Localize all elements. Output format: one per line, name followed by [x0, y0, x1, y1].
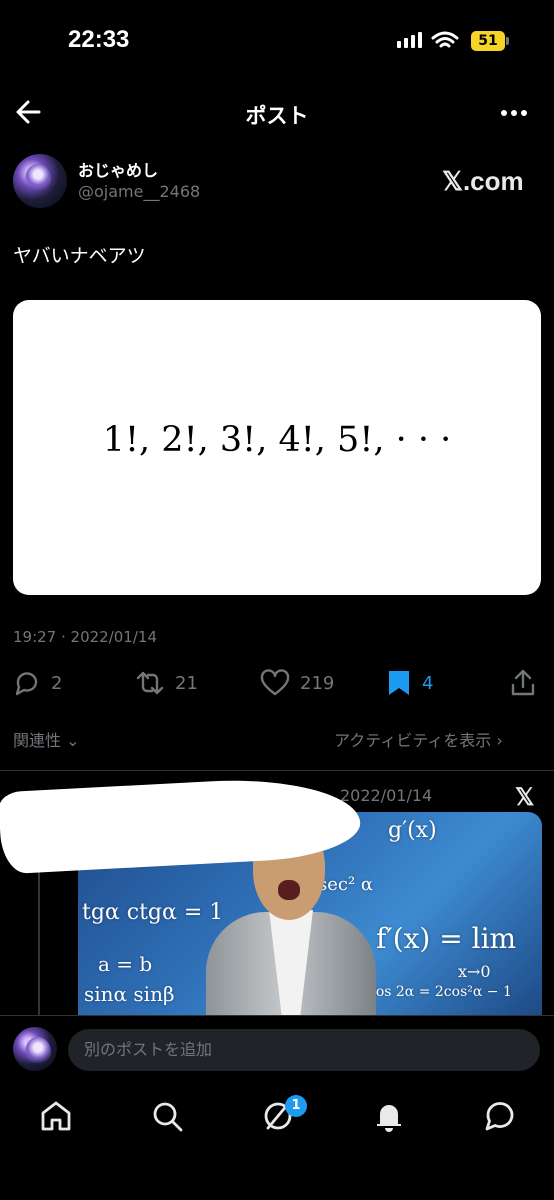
bookmark-icon — [389, 671, 409, 695]
add-post-input[interactable]: 別のポストを追加 — [68, 1029, 540, 1071]
notification-badge: 1 — [285, 1095, 307, 1117]
divider — [0, 770, 554, 771]
notifications-bell-icon[interactable] — [371, 1098, 407, 1134]
reply-icon — [15, 672, 38, 696]
battery-icon: 51 — [471, 31, 509, 51]
page-title: ポスト — [245, 104, 309, 128]
thread-line — [38, 850, 40, 1015]
x-logo-icon: 𝕏 — [515, 784, 535, 811]
user-avatar[interactable] — [13, 1027, 57, 1071]
author-name[interactable]: おじゃめし — [78, 157, 158, 181]
x-com-label: 𝕏.com — [442, 166, 524, 196]
reply-post-date: 2022/01/14 — [340, 786, 433, 805]
sort-relevance-label: 関連性 — [13, 731, 62, 750]
post-text: ヤバいナベアツ — [13, 245, 146, 267]
author-handle[interactable]: @ojame__2468 — [78, 182, 200, 201]
more-options-icon[interactable] — [497, 101, 531, 125]
chevron-down-icon: ⌄ — [66, 731, 80, 750]
home-icon[interactable] — [38, 1098, 74, 1134]
factorial-sequence-text: 1!, 2!, 3!, 4!, 5!, · · · — [102, 420, 452, 460]
reply-count: 2 — [51, 672, 63, 694]
repost-icon — [136, 671, 164, 695]
like-button[interactable]: 219 — [260, 668, 334, 698]
bookmark-count: 4 — [422, 672, 434, 694]
status-bar: 22:33 51 — [0, 0, 554, 80]
author-avatar[interactable] — [13, 154, 67, 208]
status-time: 22:33 — [68, 26, 130, 53]
messages-icon[interactable] — [482, 1098, 518, 1134]
heart-icon — [260, 669, 290, 696]
repost-count: 21 — [175, 672, 198, 694]
view-activity-link[interactable]: アクティビティを表示 › — [334, 727, 503, 751]
share-icon[interactable] — [509, 668, 537, 698]
signal-icon — [397, 32, 422, 48]
bookmark-button[interactable]: 4 — [386, 668, 433, 698]
repost-button[interactable]: 21 — [135, 668, 198, 698]
chevron-right-icon: › — [496, 731, 503, 750]
view-activity-label: アクティビティを表示 — [334, 731, 492, 750]
post-timestamp: 19:27 · 2022/01/14 — [13, 628, 157, 646]
reply-button[interactable]: 2 — [13, 668, 62, 698]
search-icon[interactable] — [149, 1098, 185, 1134]
wifi-icon — [431, 31, 459, 48]
sort-relevance-dropdown[interactable]: 関連性 ⌄ — [13, 727, 80, 751]
like-count: 219 — [300, 672, 335, 694]
post-image[interactable]: 1!, 2!, 3!, 4!, 5!, · · · — [13, 300, 541, 595]
